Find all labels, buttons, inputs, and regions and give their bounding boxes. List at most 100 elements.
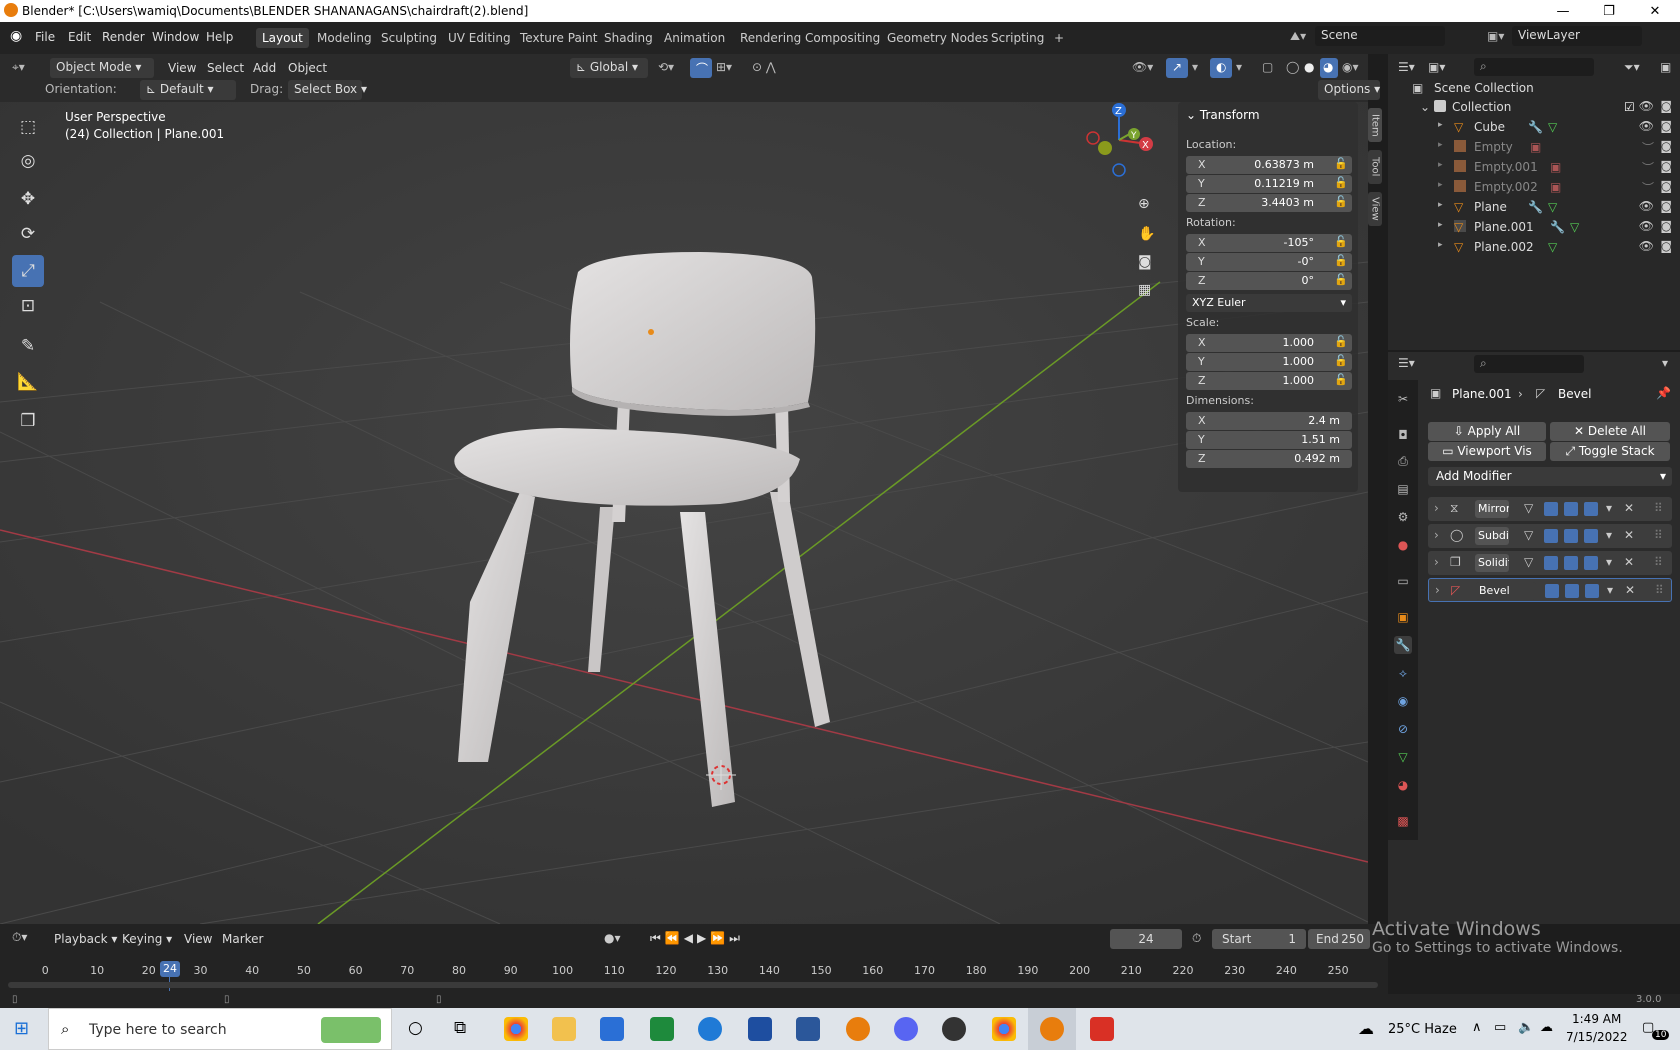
maximize-button[interactable]: ❐ [1586,0,1632,22]
image-data-icon[interactable]: ▣ [1550,180,1561,194]
clock-time[interactable]: 1:49 AM [1572,1012,1621,1026]
github-icon[interactable] [942,1017,966,1041]
drag-handle-icon[interactable]: ⠿ [1655,583,1664,597]
lock-icon[interactable]: 🔓 [1334,335,1348,348]
rotate-tool-icon[interactable]: ⟳ [12,218,44,250]
app-icon[interactable] [698,1017,722,1041]
visibility-icon[interactable]: 👁▾ [1132,60,1153,74]
snap-icon[interactable]: ⌒ [690,58,712,78]
chevron-down-icon[interactable]: ▾ [1606,555,1612,569]
gizmo-toggle-icon[interactable]: ↗ [1166,58,1188,78]
outliner-item-empty-001[interactable]: ▸ Empty.001 ▣ ︶ ◙ [1388,157,1680,177]
render-toggle-icon[interactable] [1584,556,1598,570]
active-blender-task[interactable] [1028,1008,1076,1050]
render-toggle-icon[interactable] [1584,529,1598,543]
orientation-dropdown[interactable]: ⊾ Default ▾ [140,80,236,100]
clock-date[interactable]: 7/15/2022 [1566,1030,1628,1044]
camera-icon[interactable]: ◙ [1660,159,1672,173]
mesh-data-icon[interactable]: ▽ [1548,200,1557,214]
annotate-tool-icon[interactable]: ✎ [12,330,44,362]
chevron-down-icon[interactable]: ▾ [1662,356,1668,370]
new-collection-icon[interactable]: ▣ [1660,60,1671,74]
modifier-mirror[interactable]: › ⧖ Mirror ▽ ▾ ✕ ⠿ [1428,497,1672,521]
render-tab-icon[interactable]: ◘ [1394,426,1412,444]
navigation-gizmo[interactable]: Z X Y [1075,102,1155,182]
properties-search-input[interactable]: ⌕ [1474,355,1584,373]
chevron-down-icon[interactable]: ▾ [1606,501,1612,515]
modifier-icon[interactable]: 🔧 [1550,220,1565,234]
eye-icon[interactable]: 👁 [1639,99,1654,113]
on-cage-toggle-icon[interactable] [1544,529,1558,543]
display-mode-icon[interactable]: ▣▾ [1428,60,1445,74]
rotation-x-field[interactable]: X -105° 🔓 [1186,234,1352,252]
tab-view[interactable]: View [1368,192,1382,226]
on-cage-toggle-icon[interactable] [1545,584,1559,598]
edit-mode-icon[interactable]: ▽ [1524,555,1533,569]
outliner-item-cube[interactable]: ▸ ▽ Cube 🔧 ▽ 👁 ◙ [1388,117,1680,137]
keying-menu[interactable]: Keying ▾ [122,932,172,946]
render-toggle-icon[interactable] [1584,502,1598,516]
tab-rendering[interactable]: Rendering [734,28,807,48]
expand-icon[interactable]: ⌄ [1420,100,1430,114]
weather-label[interactable]: 25°C Haze [1388,1022,1457,1037]
add-workspace-button[interactable]: + [1048,28,1070,48]
eye-icon[interactable]: 👁 [1639,199,1654,213]
perspective-toggle-icon[interactable]: ▦ [1138,282,1151,298]
close-icon[interactable]: ✕ [1625,583,1635,597]
close-button[interactable]: ✕ [1632,0,1678,22]
3d-viewport[interactable]: User Perspective (24) Collection | Plane… [0,102,1368,924]
menu-view[interactable]: View [168,61,196,75]
clock-icon[interactable]: ⏱ [1192,931,1201,946]
taskbar-search-input[interactable]: ⌕ Type here to search [48,1008,392,1050]
gizmo-neg-x-icon[interactable] [1086,131,1100,145]
discord-icon[interactable] [894,1017,918,1041]
modifier-name-field[interactable]: Mirror [1475,500,1509,518]
menu-select[interactable]: Select [207,61,244,75]
expand-icon[interactable]: ▸ [1438,120,1443,130]
toggle-stack-button[interactable]: ⤢ Toggle Stack [1550,442,1670,461]
overlay-dropdown-icon[interactable]: ▾ [1236,60,1242,74]
outliner-item-empty-002[interactable]: ▸ Empty.002 ▣ ︶ ◙ [1388,177,1680,197]
add-cube-tool-icon[interactable]: ❒ [12,405,44,437]
mesh-data-icon[interactable]: ▽ [1548,240,1557,254]
record-icon[interactable]: ●▾ [604,931,621,945]
expand-icon[interactable]: ▸ [1438,180,1443,190]
chrome-profile-icon[interactable] [992,1017,1016,1041]
expand-icon[interactable]: ▸ [1438,200,1443,210]
playhead[interactable]: 24 [160,961,180,977]
mode-dropdown[interactable]: Object Mode ▾ [50,58,154,78]
filter-icon[interactable]: ⏷▾ [1624,60,1640,75]
options-dropdown[interactable]: Options ▾ [1318,80,1380,100]
add-modifier-dropdown[interactable]: Add Modifier ▾ [1428,467,1672,486]
camera-icon[interactable]: ◙ [1660,119,1672,133]
drag-handle-icon[interactable]: ⠿ [1654,555,1663,569]
expand-icon[interactable]: › [1434,528,1439,542]
camera-icon[interactable]: ◙ [1660,99,1672,113]
dimensions-z-field[interactable]: Z 0.492 m [1186,450,1352,468]
lock-icon[interactable]: 🔓 [1334,235,1348,248]
expand-icon[interactable]: › [1434,555,1439,569]
constraints-tab-icon[interactable]: ⊘ [1394,720,1412,738]
on-cage-toggle-icon[interactable] [1544,556,1558,570]
camera-icon[interactable]: ◙ [1660,139,1672,153]
menu-file[interactable]: File [35,30,55,44]
material-tab-icon[interactable]: ◕ [1394,776,1412,794]
outliner-item-empty[interactable]: ▸ Empty ▣ ︶ ◙ [1388,137,1680,157]
select-box-tool-icon[interactable]: ⬚ [12,111,44,143]
tab-layout[interactable]: Layout [256,28,309,48]
wps-office-icon[interactable] [1090,1017,1114,1041]
viewport-toggle-icon[interactable] [1564,502,1578,516]
lock-icon[interactable]: 🔓 [1334,273,1348,286]
file-explorer-icon[interactable] [552,1017,576,1041]
drag-handle-icon[interactable]: ⠿ [1654,501,1663,515]
task-view-icon[interactable]: ⧉ [454,1018,466,1038]
scale-y-field[interactable]: Y 1.000 🔓 [1186,353,1352,371]
properties-editor-icon[interactable]: ☰▾ [1398,356,1415,370]
location-x-field[interactable]: X 0.63873 m 🔓 [1186,156,1352,174]
blender-menu-icon[interactable]: ◉ [10,28,22,44]
expand-icon[interactable]: ▸ [1438,220,1443,230]
image-data-icon[interactable]: ▣ [1550,160,1561,174]
scene-selector[interactable]: Scene [1315,26,1445,46]
lock-icon[interactable]: 🔓 [1334,354,1348,367]
cloud-sync-icon[interactable]: ☁ [1540,1020,1553,1035]
